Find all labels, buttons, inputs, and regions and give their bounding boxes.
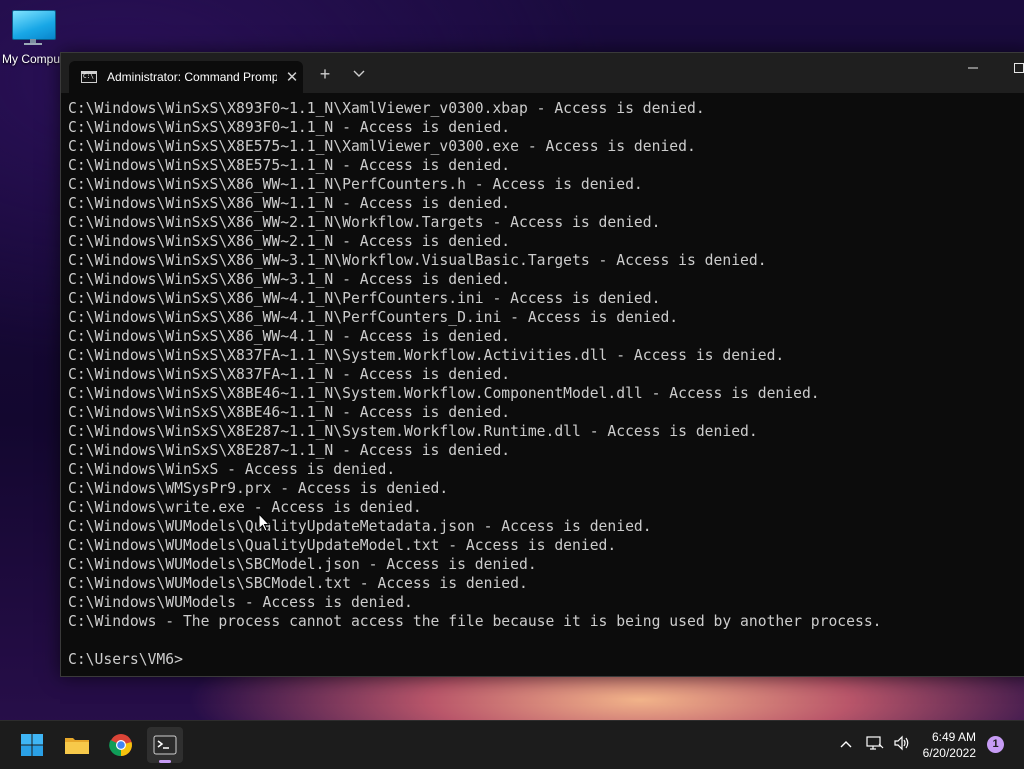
chevron-up-icon[interactable] <box>836 736 856 754</box>
tab-dropdown-button[interactable] <box>347 63 371 85</box>
minimize-icon <box>968 67 978 69</box>
console-line: C:\Windows\WinSxS\X8BE46~1.1_N\System.Wo… <box>68 385 820 402</box>
active-app-indicator <box>159 760 171 763</box>
notification-badge[interactable]: 1 <box>987 736 1004 753</box>
console-line: C:\Windows\write.exe - Access is denied. <box>68 499 422 516</box>
console-line: C:\Windows\WUModels - Access is denied. <box>68 594 413 611</box>
console-line: C:\Windows\WinSxS\X837FA~1.1_N\System.Wo… <box>68 347 785 364</box>
console-line: C:\Windows\WinSxS\X86_WW~2.1_N - Access … <box>68 233 511 250</box>
console-line: C:\Windows\WinSxS\X86_WW~4.1_N\PerfCount… <box>68 309 679 326</box>
console-line: C:\Windows\WinSxS\X86_WW~2.1_N\Workflow.… <box>68 214 661 231</box>
terminal-window: Administrator: Command Promp ✕ + C:\Wind… <box>60 52 1024 677</box>
folder-icon <box>65 738 89 754</box>
console-line: C:\Windows\WinSxS - Access is denied. <box>68 461 396 478</box>
maximize-button[interactable] <box>999 61 1024 77</box>
console-line: C:\Windows\WinSxS\X893F0~1.1_N\XamlViewe… <box>68 100 705 117</box>
console-line: C:\Windows\WinSxS\X837FA~1.1_N - Access … <box>68 366 511 383</box>
console-line: C:\Windows - The process cannot access t… <box>68 613 882 630</box>
console-line: C:\Windows\WinSxS\X8E575~1.1_N\XamlViewe… <box>68 138 696 155</box>
title-bar[interactable]: Administrator: Command Promp ✕ + <box>61 53 1024 93</box>
start-button[interactable] <box>14 727 50 763</box>
network-icon[interactable] <box>862 735 888 756</box>
minimize-button[interactable] <box>953 61 993 77</box>
console-output[interactable]: C:\Windows\WinSxS\X893F0~1.1_N\XamlViewe… <box>61 93 1024 676</box>
console-line: C:\Windows\WUModels\SBCModel.json - Acce… <box>68 556 537 573</box>
maximize-icon <box>1014 63 1024 73</box>
new-tab-button[interactable]: + <box>313 63 337 85</box>
terminal-icon <box>153 735 177 755</box>
system-tray <box>836 721 914 769</box>
console-line: C:\Windows\WUModels\QualityUpdateModel.t… <box>68 537 617 554</box>
console-line: C:\Windows\WUModels\SBCModel.txt - Acces… <box>68 575 528 592</box>
desktop-icon-label: My Compu <box>2 52 61 66</box>
chrome-button[interactable] <box>103 727 139 763</box>
console-line: C:\Windows\WinSxS\X86_WW~1.1_N\PerfCount… <box>68 176 643 193</box>
tab-title: Administrator: Command Promp <box>107 70 277 84</box>
console-line: C:\Windows\WinSxS\X893F0~1.1_N - Access … <box>68 119 511 136</box>
terminal-taskbar-button[interactable] <box>147 727 183 763</box>
console-line: C:\Windows\WinSxS\X8BE46~1.1_N - Access … <box>68 404 511 421</box>
chrome-icon <box>109 734 132 757</box>
chevron-down-icon <box>353 70 365 77</box>
clock[interactable]: 6:49 AM 6/20/2022 <box>923 729 976 761</box>
console-line: C:\Windows\WinSxS\X86_WW~1.1_N - Access … <box>68 195 511 212</box>
console-line: C:\Windows\WMSysPr9.prx - Access is deni… <box>68 480 449 497</box>
file-explorer-button[interactable] <box>59 727 95 763</box>
console-line: C:\Windows\WinSxS\X86_WW~4.1_N - Access … <box>68 328 511 345</box>
cmd-icon <box>81 71 97 83</box>
console-line: C:\Users\VM6> <box>68 651 183 668</box>
console-line: C:\Windows\WinSxS\X86_WW~4.1_N\PerfCount… <box>68 290 661 307</box>
speaker-icon[interactable] <box>890 735 914 756</box>
console-line: C:\Windows\WinSxS\X86_WW~3.1_N - Access … <box>68 271 511 288</box>
computer-icon <box>12 10 56 45</box>
clock-date: 6/20/2022 <box>922 746 976 760</box>
console-line: C:\Windows\WinSxS\X8E575~1.1_N - Access … <box>68 157 511 174</box>
console-line: C:\Windows\WinSxS\X86_WW~3.1_N\Workflow.… <box>68 252 767 269</box>
console-line: C:\Windows\WUModels\QualityUpdateMetadat… <box>68 518 652 535</box>
close-tab-icon[interactable]: ✕ <box>283 68 301 86</box>
taskbar: 6:49 AM 6/20/2022 1 <box>0 720 1024 769</box>
windows-logo-icon <box>21 734 43 756</box>
clock-time: 6:49 AM <box>931 730 976 744</box>
console-line: C:\Windows\WinSxS\X8E287~1.1_N\System.Wo… <box>68 423 758 440</box>
desktop-icon-my-computer[interactable]: My Compu <box>2 10 64 66</box>
console-line: C:\Windows\WinSxS\X8E287~1.1_N - Access … <box>68 442 511 459</box>
tab-command-prompt[interactable]: Administrator: Command Promp ✕ <box>69 61 303 93</box>
